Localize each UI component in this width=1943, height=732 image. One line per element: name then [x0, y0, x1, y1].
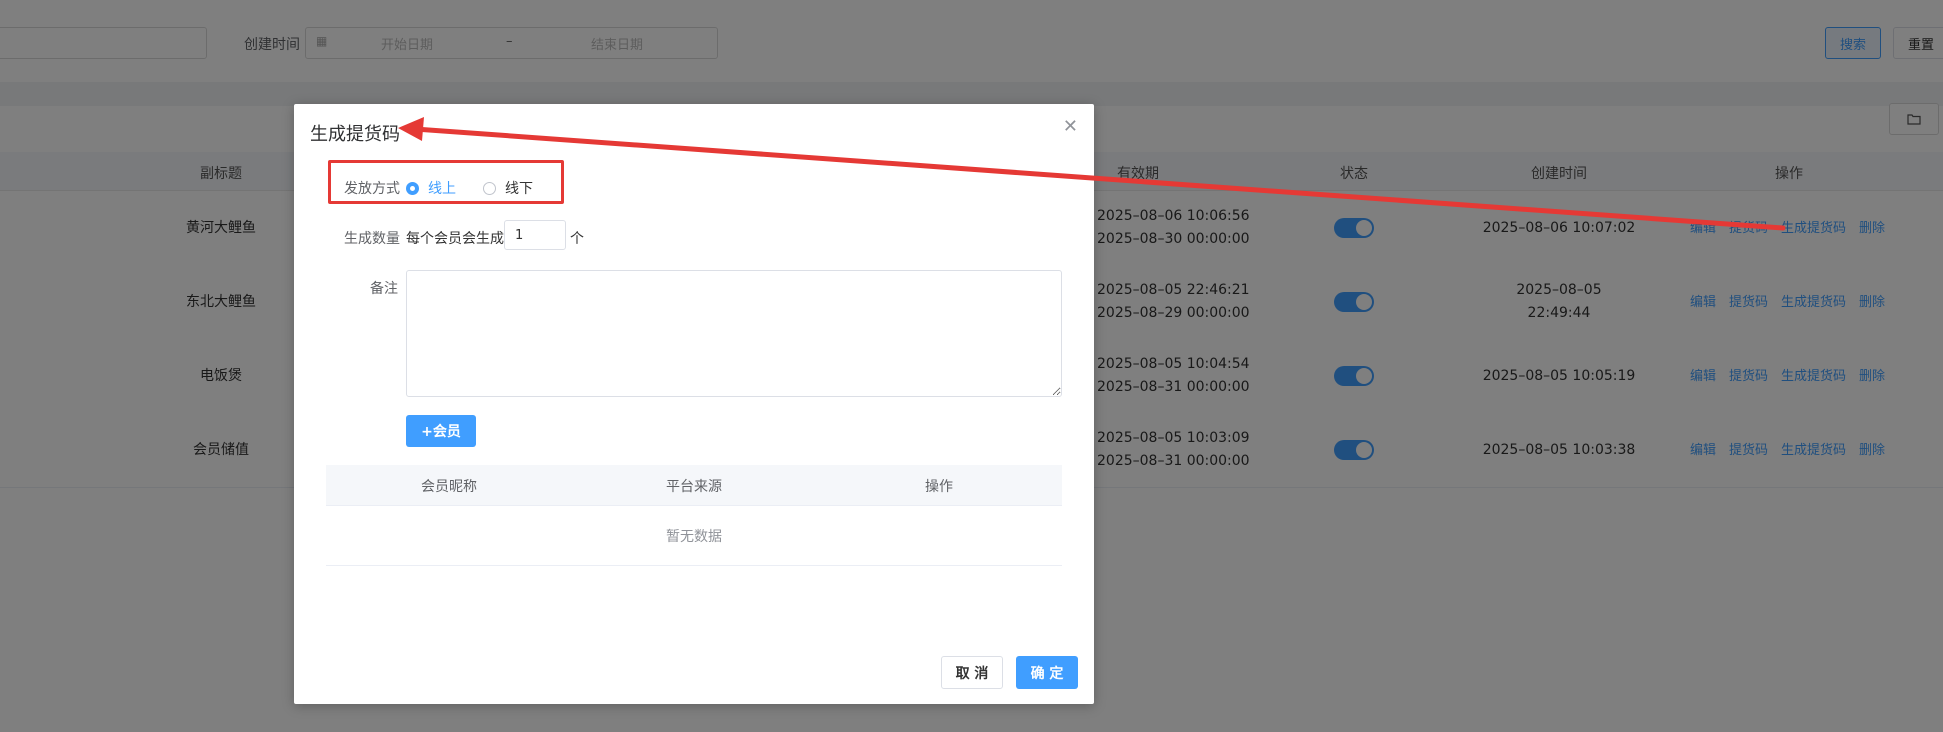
annotation-arrow-shaft — [412, 126, 1786, 231]
annotation-arrow — [398, 117, 1786, 231]
annotation-arrow-head — [398, 117, 424, 141]
